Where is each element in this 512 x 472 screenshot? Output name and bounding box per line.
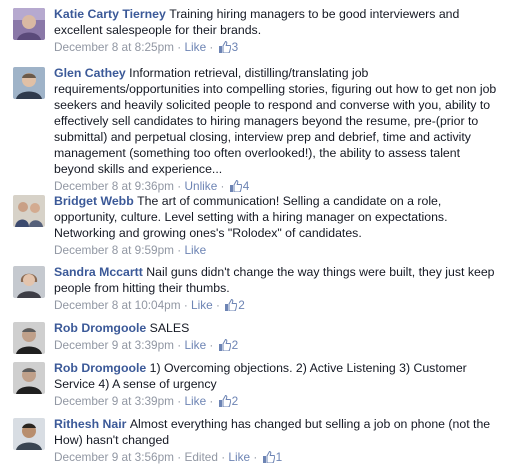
separator: · [174, 338, 185, 352]
like-count[interactable]: 2 [232, 394, 239, 408]
separator: · [174, 40, 185, 54]
separator: · [250, 450, 261, 464]
timestamp[interactable]: December 8 at 9:36pm [54, 179, 174, 193]
author-name[interactable]: Glen Cathey [54, 66, 129, 80]
separator: · [206, 394, 217, 408]
author-name[interactable]: Rithesh Nair [54, 417, 130, 431]
comment-meta: December 8 at 8:25pm · Like · 3 [54, 39, 502, 57]
avatar[interactable] [13, 418, 45, 450]
separator: · [174, 179, 185, 193]
author-name[interactable]: Rob Dromgoole [54, 361, 150, 375]
like-count[interactable]: 3 [232, 40, 239, 54]
author-name[interactable]: Bridget Webb [54, 194, 137, 208]
separator: · [206, 338, 217, 352]
timestamp[interactable]: December 8 at 9:59pm [54, 243, 174, 257]
author-name[interactable]: Sandra Mccartt [54, 265, 146, 279]
avatar[interactable] [13, 322, 45, 354]
like-thumb-icon[interactable] [224, 298, 238, 315]
separator: · [217, 450, 229, 464]
comment-meta: December 8 at 9:59pm · Like [54, 242, 502, 258]
author-name[interactable]: Rob Dromgoole [54, 321, 150, 335]
separator: · [174, 450, 185, 464]
separator: · [180, 298, 192, 312]
timestamp[interactable]: December 9 at 3:56pm [54, 450, 174, 464]
like-button[interactable]: Like [184, 338, 206, 352]
edited-label[interactable]: Edited [184, 450, 217, 464]
like-thumb-icon[interactable] [218, 40, 231, 57]
like-count[interactable]: 2 [238, 298, 245, 312]
avatar[interactable] [13, 67, 45, 99]
like-thumb-icon[interactable] [218, 338, 231, 355]
like-button[interactable]: Like [191, 298, 213, 312]
comment-meta: December 9 at 3:39pm · Like · 2 [54, 337, 502, 355]
separator: · [212, 298, 224, 312]
comment-text: SALES [149, 321, 190, 335]
comment-meta: December 9 at 3:39pm · Like · 2 [54, 393, 502, 411]
comment-text: Information retrieval, distilling/transl… [54, 66, 497, 176]
like-count[interactable]: 1 [276, 450, 283, 464]
avatar[interactable] [13, 362, 45, 394]
avatar[interactable] [13, 195, 45, 227]
author-name[interactable]: Katie Carty Tierney [54, 7, 169, 21]
avatar[interactable] [13, 266, 45, 298]
comment-feed: Katie Carty Tierney Training hiring mana… [0, 0, 512, 472]
comment-meta: December 8 at 10:04pm · Like · 2 [54, 297, 502, 315]
separator: · [174, 394, 185, 408]
comment-meta: December 9 at 3:56pm · Edited · Like · 1 [54, 449, 502, 467]
timestamp[interactable]: December 9 at 3:39pm [54, 394, 174, 408]
separator: · [206, 40, 217, 54]
like-count[interactable]: 2 [232, 338, 239, 352]
separator: · [174, 243, 185, 257]
like-button[interactable]: Like [184, 243, 206, 257]
separator: · [217, 179, 228, 193]
like-button[interactable]: Like [228, 450, 250, 464]
timestamp[interactable]: December 9 at 3:39pm [54, 338, 174, 352]
like-thumb-icon[interactable] [262, 450, 275, 467]
like-count[interactable]: 4 [243, 179, 250, 193]
like-thumb-icon[interactable] [218, 394, 231, 411]
like-button[interactable]: Like [184, 394, 206, 408]
avatar[interactable] [13, 8, 45, 40]
unlike-button[interactable]: Unlike [184, 179, 217, 193]
like-button[interactable]: Like [184, 40, 206, 54]
timestamp[interactable]: December 8 at 8:25pm [54, 40, 174, 54]
timestamp[interactable]: December 8 at 10:04pm [54, 298, 181, 312]
